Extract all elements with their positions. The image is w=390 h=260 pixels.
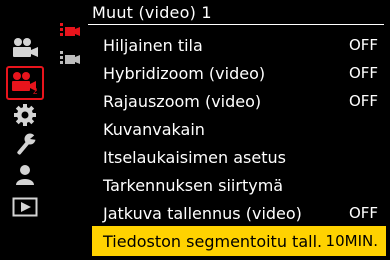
playback-icon: [12, 197, 38, 217]
menu-item-value: OFF: [348, 64, 378, 82]
video-camera-small-icon: [58, 23, 84, 47]
video-camera-small-icon: [58, 51, 84, 75]
menu-title: Muut (video) 1: [92, 3, 212, 22]
menu-item-value: OFF: [348, 204, 378, 222]
menu-item-jatkuva-tallennus[interactable]: Jatkuva tallennus (video) OFF: [92, 199, 386, 227]
wrench-icon: [13, 133, 37, 157]
menu-item-segmentoitu-tallennus[interactable]: Tiedoston segmentoitu tall. 10MIN.: [92, 226, 386, 256]
video-camera-2-icon: 2: [10, 71, 40, 95]
tab-badge: 2: [33, 87, 38, 95]
video-camera-tab-1[interactable]: [6, 33, 44, 63]
menu-item-label: Jatkuva tallennus (video): [103, 203, 302, 223]
menu-screen: 2 Muut (video) 1 Hiljainen tila OFF Hybr…: [0, 0, 390, 260]
menu-item-itselaukaisin[interactable]: Itselaukaisimen asetus: [92, 143, 386, 171]
menu-item-tarkennuksen-siirtyma[interactable]: Tarkennuksen siirtymä: [92, 171, 386, 199]
menu-item-label: Hybridizoom (video): [103, 63, 266, 83]
menu-item-hybridizoom[interactable]: Hybridizoom (video) OFF: [92, 59, 386, 87]
subtab-2[interactable]: [56, 50, 86, 76]
video-camera-icon: [10, 37, 40, 59]
person-icon: [13, 163, 37, 187]
menu-item-label: Hiljainen tila: [103, 35, 203, 55]
person-tab[interactable]: [6, 160, 44, 190]
menu-item-value: OFF: [348, 92, 378, 110]
menu-item-value: 10MIN.: [325, 232, 378, 250]
title-divider: [88, 24, 384, 25]
menu-item-label: Rajauszoom (video): [103, 91, 262, 111]
menu-item-label: Tarkennuksen siirtymä: [103, 175, 284, 195]
video-camera-tab-2[interactable]: 2: [6, 66, 44, 100]
wrench-tab[interactable]: [6, 130, 44, 160]
menu-item-value: OFF: [348, 36, 378, 54]
playback-tab[interactable]: [6, 192, 44, 222]
menu-item-label: Kuvanvakain: [103, 119, 205, 139]
menu-item-label: Tiedoston segmentoitu tall.: [103, 231, 323, 251]
menu-item-rajauszoom[interactable]: Rajauszoom (video) OFF: [92, 87, 386, 115]
subtab-1[interactable]: [56, 22, 86, 48]
menu-item-label: Itselaukaisimen asetus: [103, 147, 286, 167]
menu-item-kuvanvakain[interactable]: Kuvanvakain: [92, 115, 386, 143]
gear-tab[interactable]: [6, 100, 44, 130]
gear-icon: [13, 103, 37, 127]
menu-item-hiljainen-tila[interactable]: Hiljainen tila OFF: [92, 31, 386, 59]
